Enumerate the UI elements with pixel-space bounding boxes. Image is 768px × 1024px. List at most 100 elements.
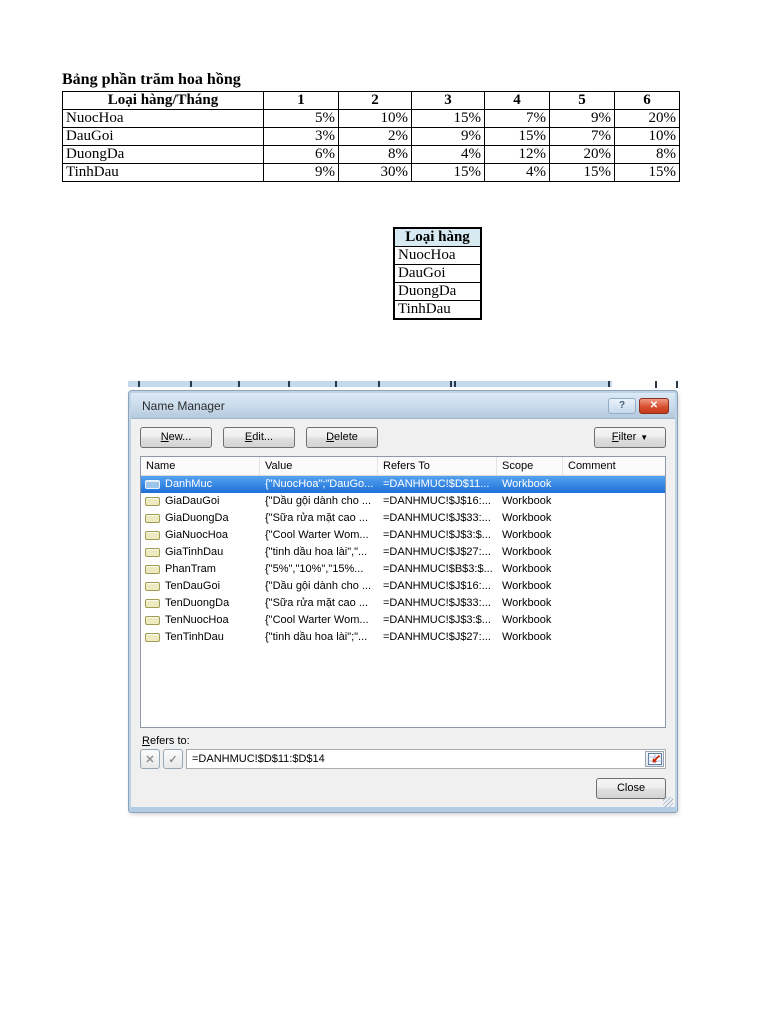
document-page: Bảng phần trăm hoa hồng Loại hàng/Tháng … xyxy=(0,0,768,1024)
commission-header-cell: Loại hàng/Tháng xyxy=(62,91,264,110)
table-row: DuongDa 6% 8% 4% 12% 20% 8% xyxy=(62,145,680,164)
names-list[interactable]: Name Value Refers To Scope Comment DanhM… xyxy=(140,456,666,728)
name-row-giaduongda[interactable]: GiaDuongDa {"Sữa rửa mặt cao ... =DANHMU… xyxy=(141,510,665,527)
range-select-button[interactable] xyxy=(645,751,664,767)
cancel-icon: ✕ xyxy=(145,753,155,766)
percent-cell: 20% xyxy=(614,109,680,128)
screenshot-edge-artifact xyxy=(128,381,612,387)
name-row-phantram[interactable]: PhanTram {"5%","10%","15%... =DANHMUC!$B… xyxy=(141,561,665,578)
category-table: Loại hàng NuocHoa DauGoi DuongDa TinhDau xyxy=(393,227,482,320)
name-row-giatinhdau[interactable]: GiaTinhDau {"tinh dầu hoa lài","... =DAN… xyxy=(141,544,665,561)
defined-name-icon xyxy=(145,548,160,557)
refers-to-input[interactable]: =DANHMUC!$D$11:$D$14 xyxy=(186,749,666,769)
percent-cell: 2% xyxy=(338,127,412,146)
product-name-cell: TinhDau xyxy=(62,163,264,182)
names-list-header: Name Value Refers To Scope Comment xyxy=(141,457,665,476)
defined-name-icon xyxy=(145,599,160,608)
commission-header-cell: 5 xyxy=(549,91,615,110)
commission-header-cell: 1 xyxy=(263,91,339,110)
resize-grip[interactable] xyxy=(663,797,673,807)
name-row-tennuochoa[interactable]: TenNuocHoa {"Cool Warter Wom... =DANHMUC… xyxy=(141,612,665,629)
commission-header-cell: 6 xyxy=(614,91,680,110)
percent-cell: 15% xyxy=(614,163,680,182)
defined-name-icon xyxy=(145,531,160,540)
name-row-tendaugoi[interactable]: TenDauGoi {"Dầu gội dành cho ... =DANHMU… xyxy=(141,578,665,595)
percent-cell: 7% xyxy=(484,109,550,128)
dialog-titlebar[interactable]: Name Manager ? ✕ xyxy=(131,393,675,419)
product-name-cell: DauGoi xyxy=(62,127,264,146)
checkmark-icon: ✓ xyxy=(168,753,178,766)
defined-name-icon xyxy=(145,633,160,642)
category-cell: DauGoi xyxy=(393,264,482,283)
percent-cell: 15% xyxy=(411,109,485,128)
name-manager-dialog: Name Manager ? ✕ New... Edit... Delete F… xyxy=(129,391,677,812)
commission-table-title: Bảng phần trăm hoa hồng xyxy=(62,71,241,88)
percent-cell: 5% xyxy=(263,109,339,128)
column-header-scope[interactable]: Scope xyxy=(497,457,563,475)
product-name-cell: NuocHoa xyxy=(62,109,264,128)
range-select-icon xyxy=(647,753,662,765)
filter-button[interactable]: Filter ▼ xyxy=(594,427,666,448)
defined-name-icon xyxy=(145,616,160,625)
help-button[interactable]: ? xyxy=(608,397,636,414)
edit-button[interactable]: Edit... xyxy=(223,427,295,448)
column-header-comment[interactable]: Comment xyxy=(563,457,665,475)
percent-cell: 4% xyxy=(411,145,485,164)
defined-name-icon xyxy=(145,497,160,506)
cancel-button[interactable]: ✕ xyxy=(140,749,160,769)
chevron-down-icon: ▼ xyxy=(640,433,649,442)
defined-name-icon xyxy=(145,480,160,489)
defined-name-icon xyxy=(145,582,160,591)
defined-name-icon xyxy=(145,565,160,574)
commission-header-cell: 3 xyxy=(411,91,485,110)
commission-header-cell: 4 xyxy=(484,91,550,110)
category-cell: TinhDau xyxy=(393,300,482,320)
name-row-giadaugoi[interactable]: GiaDauGoi {"Dầu gội dành cho ... =DANHMU… xyxy=(141,493,665,510)
percent-cell: 10% xyxy=(338,109,412,128)
percent-cell: 10% xyxy=(614,127,680,146)
percent-cell: 7% xyxy=(549,127,615,146)
percent-cell: 30% xyxy=(338,163,412,182)
dialog-title: Name Manager xyxy=(142,398,225,413)
percent-cell: 20% xyxy=(549,145,615,164)
delete-button[interactable]: Delete xyxy=(306,427,378,448)
name-row-danhmuc[interactable]: DanhMuc {"NuocHoa";"DauGo... =DANHMUC!$D… xyxy=(141,476,665,493)
percent-cell: 8% xyxy=(338,145,412,164)
percent-cell: 3% xyxy=(263,127,339,146)
name-row-gianuochoa[interactable]: GiaNuocHoa {"Cool Warter Wom... =DANHMUC… xyxy=(141,527,665,544)
new-button[interactable]: New... xyxy=(140,427,212,448)
commission-table: Loại hàng/Tháng 1 2 3 4 5 6 NuocHoa 5% 1… xyxy=(62,91,680,182)
screenshot-edge-artifact xyxy=(676,381,678,388)
name-row-tentinhdau[interactable]: TenTinhDau {"tinh dầu hoa lài";"... =DAN… xyxy=(141,629,665,646)
percent-cell: 9% xyxy=(411,127,485,146)
column-header-value[interactable]: Value xyxy=(260,457,378,475)
category-cell: DuongDa xyxy=(393,282,482,301)
enter-button[interactable]: ✓ xyxy=(163,749,183,769)
close-icon: ✕ xyxy=(649,400,659,411)
category-cell: NuocHoa xyxy=(393,246,482,265)
percent-cell: 15% xyxy=(549,163,615,182)
refers-to-row: ✕ ✓ =DANHMUC!$D$11:$D$14 xyxy=(140,749,666,769)
column-header-name[interactable]: Name xyxy=(141,457,260,475)
category-header-cell: Loại hàng xyxy=(393,227,482,247)
percent-cell: 8% xyxy=(614,145,680,164)
commission-header-row: Loại hàng/Tháng 1 2 3 4 5 6 xyxy=(62,91,680,110)
column-header-refers-to[interactable]: Refers To xyxy=(378,457,497,475)
percent-cell: 15% xyxy=(484,127,550,146)
product-name-cell: DuongDa xyxy=(62,145,264,164)
percent-cell: 15% xyxy=(411,163,485,182)
defined-name-icon xyxy=(145,514,160,523)
name-row-tenduongda[interactable]: TenDuongDa {"Sữa rửa mặt cao ... =DANHMU… xyxy=(141,595,665,612)
percent-cell: 4% xyxy=(484,163,550,182)
help-icon: ? xyxy=(618,400,626,411)
percent-cell: 9% xyxy=(549,109,615,128)
percent-cell: 6% xyxy=(263,145,339,164)
commission-header-cell: 2 xyxy=(338,91,412,110)
close-window-button[interactable]: ✕ xyxy=(639,397,669,414)
dialog-footer: Close xyxy=(131,769,675,807)
table-row: NuocHoa 5% 10% 15% 7% 9% 20% xyxy=(62,109,680,128)
dialog-toolbar: New... Edit... Delete Filter ▼ xyxy=(131,419,675,454)
refers-to-label: Refers to: xyxy=(142,735,190,747)
refers-to-formula: =DANHMUC!$D$11:$D$14 xyxy=(192,753,325,765)
close-button[interactable]: Close xyxy=(596,778,666,799)
